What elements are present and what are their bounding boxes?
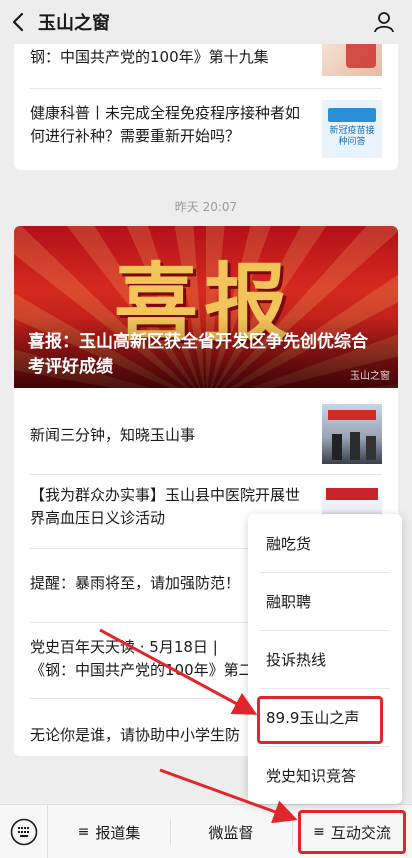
highlight-box-interaction-tab <box>298 810 406 854</box>
annotation-arrow <box>99 628 258 715</box>
annotation-arrow <box>159 768 298 824</box>
highlight-box-radio <box>257 696 383 744</box>
